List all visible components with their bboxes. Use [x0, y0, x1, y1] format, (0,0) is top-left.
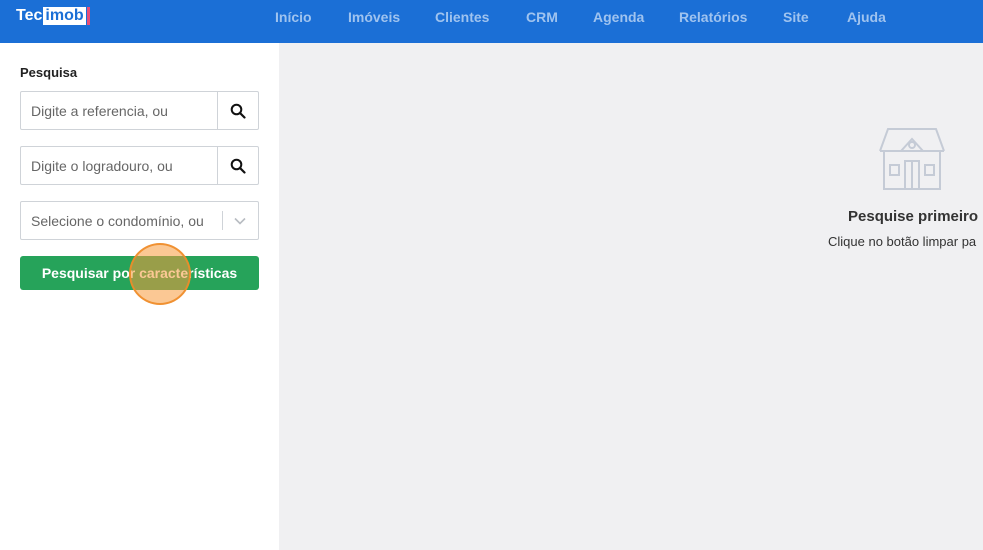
street-search-button[interactable]: [217, 147, 258, 184]
logo-boxed-text: imob: [43, 7, 86, 25]
search-icon: [230, 103, 246, 119]
nav-relatorios[interactable]: Relatórios: [679, 9, 747, 25]
nav-ajuda[interactable]: Ajuda: [847, 9, 886, 25]
top-navbar: Tec imob Início Imóveis Clientes CRM Age…: [0, 0, 983, 43]
nav-imoveis[interactable]: Imóveis: [348, 9, 400, 25]
condo-select[interactable]: Selecione o condomínio, ou: [20, 201, 259, 240]
reference-input[interactable]: [21, 92, 218, 129]
sidebar-title: Pesquisa: [20, 65, 78, 80]
reference-field: [20, 91, 259, 130]
chevron-down-icon[interactable]: [231, 212, 249, 230]
logo-flag: [86, 7, 90, 25]
select-separator: [222, 211, 223, 230]
nav-inicio[interactable]: Início: [275, 9, 312, 25]
search-sidebar: Pesquisa Selecione o condomínio, ou Pesq: [0, 43, 279, 550]
street-field: [20, 146, 259, 185]
street-input[interactable]: [21, 147, 218, 184]
reference-search-button[interactable]: [217, 92, 258, 129]
logo[interactable]: Tec imob: [16, 6, 90, 26]
condo-select-value: Selecione o condomínio, ou: [31, 213, 204, 229]
logo-text: Tec: [16, 7, 43, 24]
empty-state-subtitle: Clique no botão limpar pa: [828, 234, 977, 249]
nav-crm[interactable]: CRM: [526, 9, 558, 25]
search-by-features-button[interactable]: Pesquisar por características: [20, 256, 259, 290]
nav-agenda[interactable]: Agenda: [593, 9, 644, 25]
nav-site[interactable]: Site: [783, 9, 809, 25]
house-icon: [879, 128, 945, 190]
empty-state-title: Pesquise primeiro: [848, 208, 979, 225]
search-icon: [230, 158, 246, 174]
nav-clientes[interactable]: Clientes: [435, 9, 489, 25]
